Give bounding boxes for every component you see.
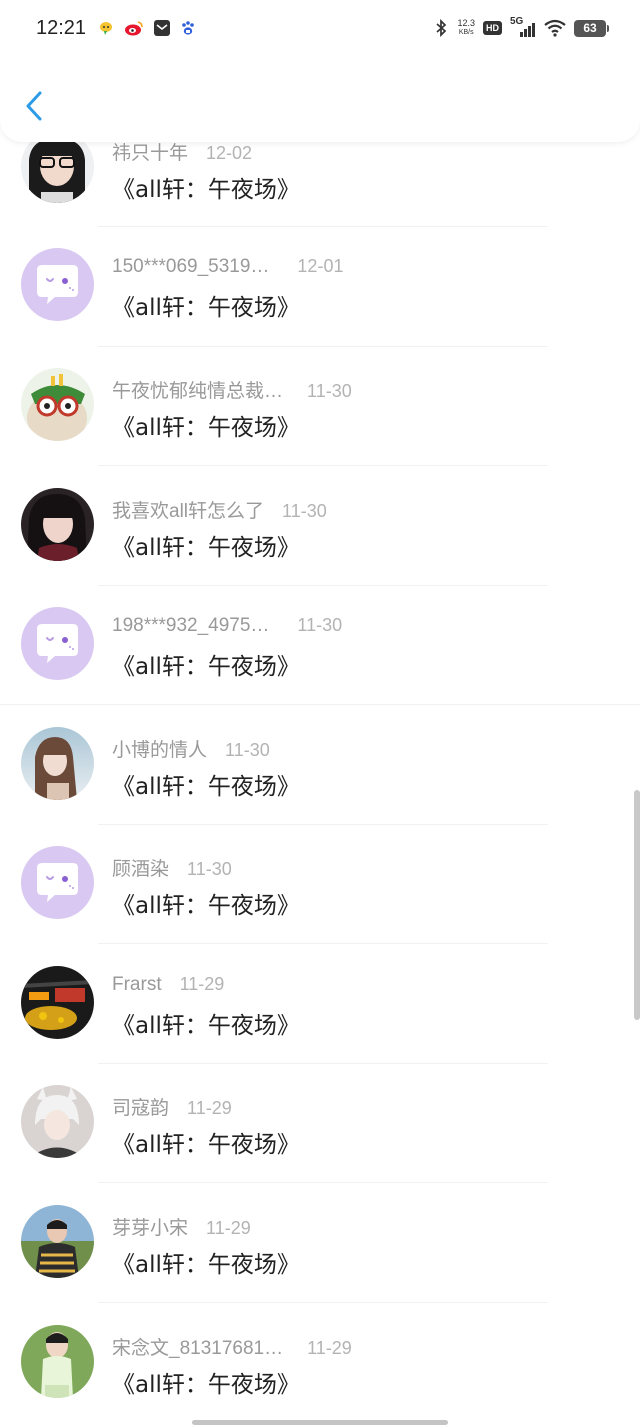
username[interactable]: 顾酒染 (112, 854, 169, 881)
status-time: 12:21 (36, 17, 87, 39)
comment-date: 11-30 (307, 381, 352, 401)
username[interactable]: 小博的情人 (112, 735, 207, 762)
avatar[interactable] (21, 1205, 94, 1278)
comment-meta: 祎只十年 12-02 (112, 138, 252, 165)
comment-text: 《all轩：午夜场》 (112, 177, 300, 203)
mail-app-icon (154, 20, 170, 36)
username[interactable]: 150***069_5319… (112, 256, 269, 278)
list-item[interactable]: 小博的情人 11-30 《all轩：午夜场》 (0, 727, 640, 847)
system-icons: 12.3 KB/s HD 5G 63 (433, 16, 609, 38)
list-item[interactable]: 198***932_4975… 11-30 《all轩：午夜场》 (0, 607, 640, 727)
list-item[interactable]: 宋念文_81317681… 11-29 《all轩：午夜场》 (0, 1325, 640, 1427)
comment-date: 12-01 (297, 256, 344, 276)
divider (98, 465, 548, 466)
chat-bubble-notification-icon (100, 22, 112, 35)
avatar[interactable] (21, 248, 94, 321)
comment-date: 11-30 (187, 859, 232, 879)
comment-meta: 司寇韵 11-29 (112, 1093, 232, 1120)
comment-meta: 芽芽小宋 11-29 (112, 1213, 251, 1240)
username[interactable]: 宋念文_81317681… (112, 1333, 283, 1360)
list-item[interactable]: 150***069_5319… 12-01 《all轩：午夜场》 (0, 248, 640, 368)
list-item[interactable]: 午夜忧郁纯情总裁… 11-30 《all轩：午夜场》 (0, 368, 640, 488)
username[interactable]: 198***932_4975… (112, 615, 269, 637)
comment-meta: 顾酒染 11-30 (112, 854, 232, 881)
divider (98, 585, 548, 586)
list-item[interactable]: 祎只十年 12-02 《all轩：午夜场》 (0, 130, 640, 250)
avatar[interactable] (21, 727, 94, 800)
chevron-left-icon (26, 91, 42, 121)
divider (98, 943, 548, 944)
comment-meta: 我喜欢all轩怎么了 11-30 (112, 496, 327, 523)
comment-meta: 150***069_5319… 12-01 (112, 256, 343, 278)
avatar[interactable] (21, 488, 94, 561)
bluetooth-icon (436, 19, 447, 37)
comment-text: 《all轩：午夜场》 (112, 1132, 300, 1158)
status-bar: 12:21 12.3 KB/s HD 5G 63 (0, 0, 640, 60)
list-item[interactable]: 芽芽小宋 11-29 《all轩：午夜场》 (0, 1205, 640, 1325)
net-speed: 12.3 KB/s (457, 19, 475, 37)
avatar[interactable] (21, 1325, 94, 1398)
avatar[interactable] (21, 846, 94, 919)
comment-date: 11-29 (307, 1338, 352, 1358)
divider (0, 704, 640, 705)
list-item[interactable]: 顾酒染 11-30 《all轩：午夜场》 (0, 846, 640, 966)
comment-date: 12-02 (206, 143, 253, 163)
divider (98, 226, 548, 227)
hd-badge: HD (483, 21, 502, 35)
comment-date: 11-30 (282, 501, 327, 521)
comment-date: 11-29 (206, 1218, 251, 1238)
comment-date: 11-29 (179, 974, 225, 994)
username[interactable]: 司寇韵 (112, 1093, 169, 1120)
comment-text: 《all轩：午夜场》 (112, 1372, 300, 1398)
comment-date: 11-30 (297, 615, 343, 635)
home-indicator[interactable] (192, 1420, 448, 1425)
divider (98, 346, 548, 347)
battery-indicator: 63 (574, 19, 609, 37)
username[interactable]: 祎只十年 (112, 138, 188, 165)
back-button[interactable] (18, 86, 54, 126)
list-item[interactable]: 我喜欢all轩怎么了 11-30 《all轩：午夜场》 (0, 488, 640, 608)
comment-text: 《all轩：午夜场》 (112, 1013, 300, 1039)
comment-meta: 198***932_4975… 11-30 (112, 615, 342, 637)
comment-meta: Frarst 11-29 (112, 974, 224, 996)
weibo-icon (125, 21, 143, 36)
comment-meta: 午夜忧郁纯情总裁… 11-30 (112, 376, 352, 403)
divider (98, 1302, 548, 1303)
comment-text: 《all轩：午夜场》 (112, 415, 300, 441)
comment-date: 11-30 (225, 740, 270, 760)
list-item[interactable]: 司寇韵 11-29 《all轩：午夜场》 (0, 1085, 640, 1205)
net-speed-unit: KB/s (458, 29, 474, 36)
net-speed-value: 12.3 (457, 18, 475, 28)
cellular-signal-icon: 5G (510, 16, 536, 38)
divider (98, 824, 548, 825)
avatar[interactable] (21, 966, 94, 1039)
comment-text: 《all轩：午夜场》 (112, 295, 300, 321)
username[interactable]: 芽芽小宋 (112, 1213, 188, 1240)
comment-text: 《all轩：午夜场》 (112, 654, 300, 680)
default-chat-avatar-icon (21, 248, 94, 321)
username[interactable]: Frarst (112, 974, 162, 996)
divider (98, 1063, 548, 1064)
notification-icons (98, 20, 196, 36)
top-header: 12:21 12.3 KB/s HD 5G 63 (0, 0, 640, 142)
username[interactable]: 午夜忧郁纯情总裁… (112, 376, 283, 403)
username[interactable]: 我喜欢all轩怎么了 (112, 496, 264, 523)
comment-text: 《all轩：午夜场》 (112, 535, 300, 561)
avatar[interactable] (21, 1085, 94, 1158)
comment-date: 11-29 (187, 1098, 232, 1118)
avatar[interactable] (21, 607, 94, 680)
comment-text: 《all轩：午夜场》 (112, 1252, 300, 1278)
divider (98, 1182, 548, 1183)
comment-meta: 小博的情人 11-30 (112, 735, 270, 762)
comment-text: 《all轩：午夜场》 (112, 893, 300, 919)
baidu-paw-icon (182, 21, 194, 35)
default-chat-avatar-icon (21, 846, 94, 919)
list-item[interactable]: Frarst 11-29 《all轩：午夜场》 (0, 966, 640, 1086)
comment-text: 《all轩：午夜场》 (112, 774, 300, 800)
comment-meta: 宋念文_81317681… 11-29 (112, 1333, 352, 1360)
avatar[interactable] (21, 368, 94, 441)
wifi-icon (544, 19, 566, 37)
default-chat-avatar-icon (21, 607, 94, 680)
scrollbar[interactable] (634, 790, 640, 1020)
